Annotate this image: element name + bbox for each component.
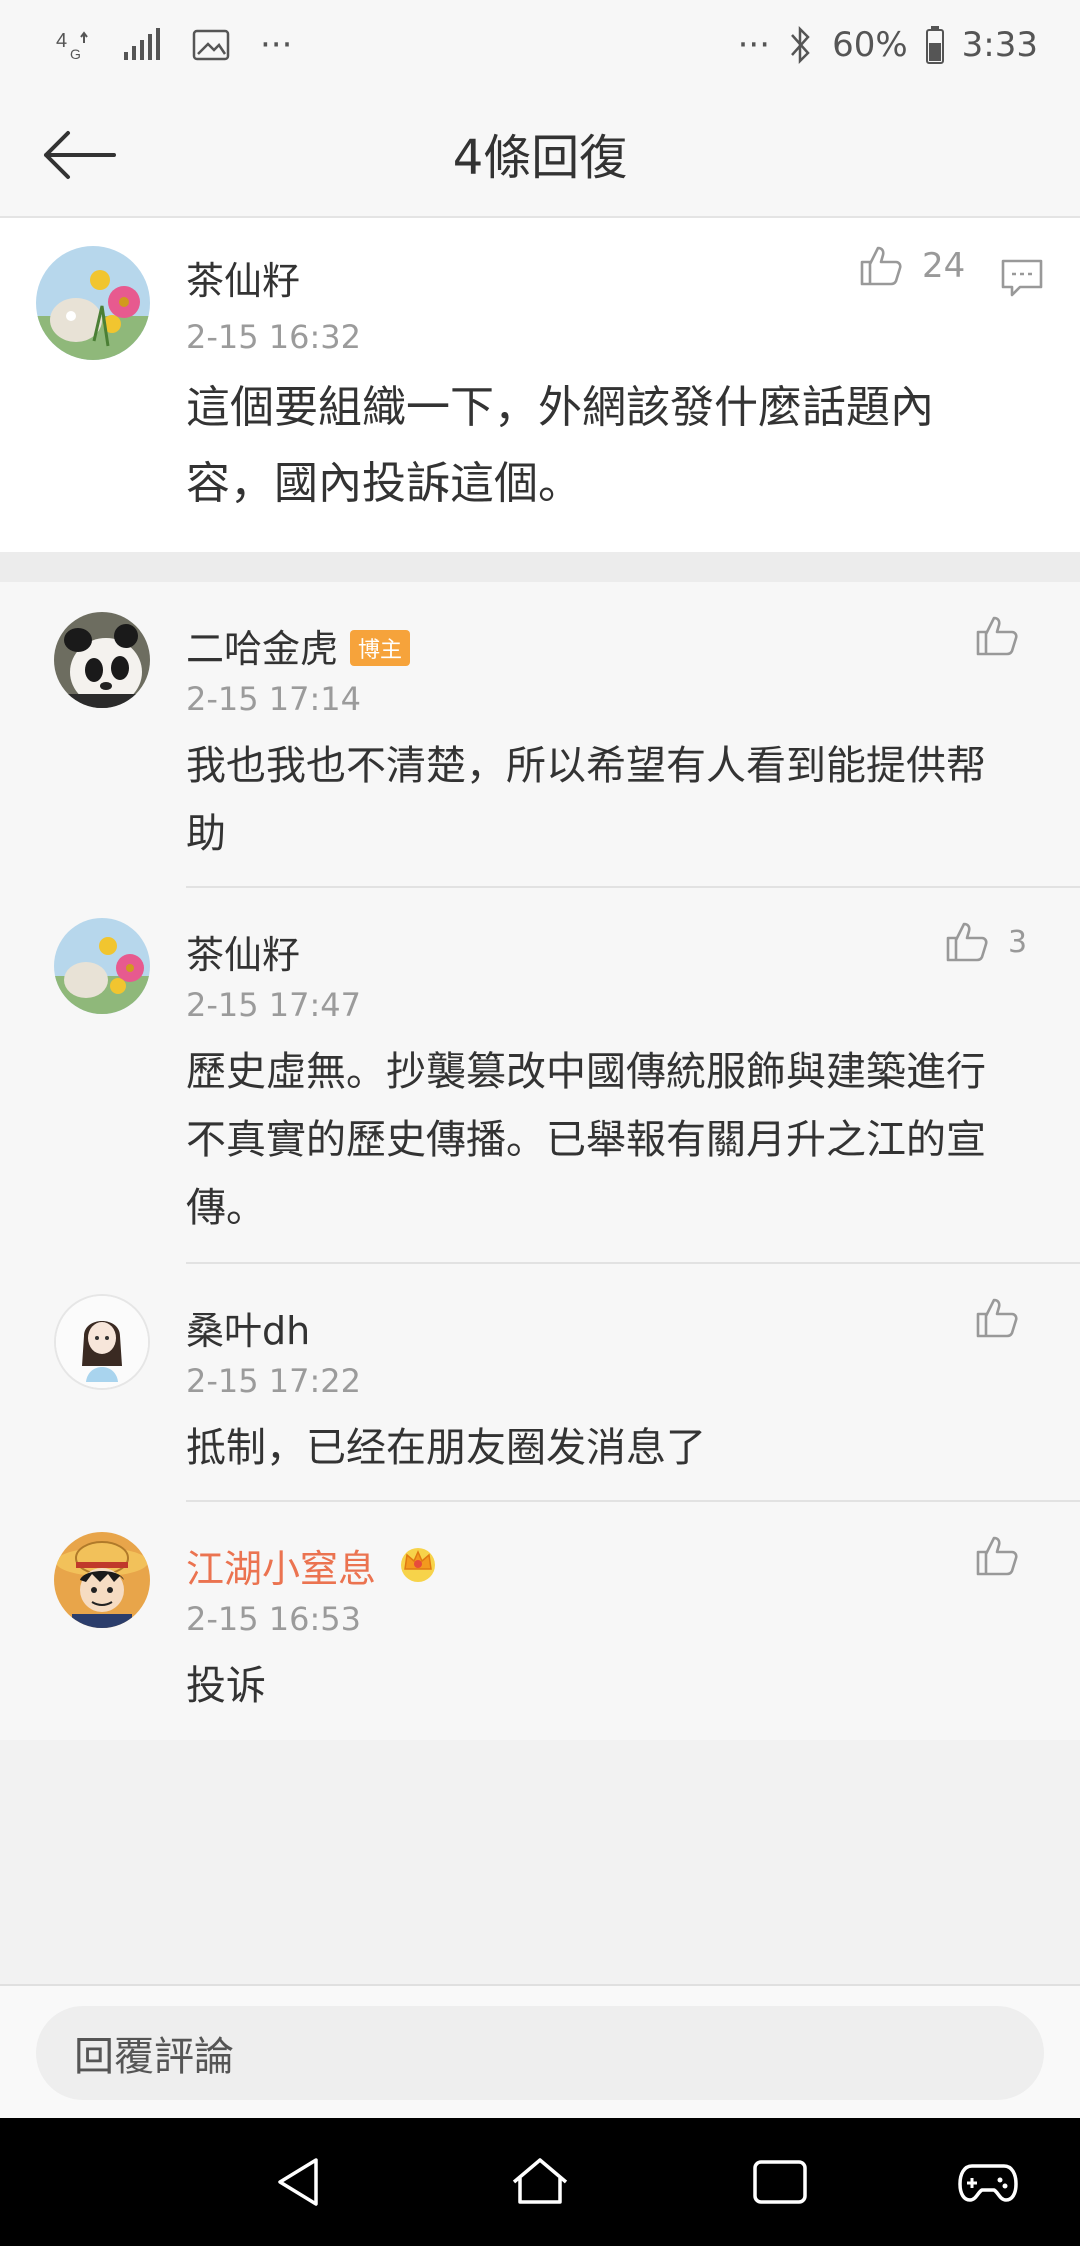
reply-username[interactable]: 桑叶dh	[186, 1300, 310, 1355]
avatar[interactable]	[36, 246, 150, 360]
svg-text:4: 4	[56, 30, 67, 52]
reply-item: 茶仙籽 2-15 17:47 3 歷史虛無。抄襲篡改中國傳統服飾與建築進行 不真…	[0, 888, 1080, 1264]
bluetooth-icon	[788, 25, 814, 65]
page-title: 4條回復	[452, 130, 628, 186]
status-dots-right: ···	[737, 25, 771, 65]
reply-username[interactable]: 二哈金虎 博主	[186, 618, 411, 673]
reply-username[interactable]: 江湖小窒息	[186, 1538, 440, 1596]
like-button[interactable]: 3	[942, 918, 1027, 966]
reply-content-line: 我也我也不清楚，所以希望有人看到能提供帮	[186, 743, 986, 789]
thumb-up-icon	[976, 1536, 1018, 1576]
header: 4條回復	[0, 90, 1080, 218]
reply-username-text: 二哈金虎	[186, 627, 339, 671]
avatar[interactable]	[54, 1294, 150, 1390]
comment-icon[interactable]	[1000, 258, 1044, 302]
signal-icon	[122, 28, 164, 62]
clock: 3:33	[961, 25, 1038, 65]
battery-percent: 60%	[832, 25, 908, 65]
vip-crown-icon	[396, 1543, 440, 1592]
thumb-up-icon	[946, 922, 988, 962]
reply-time: 2-15 17:47	[186, 986, 362, 1024]
status-bar: 4G ··· ··· 60% 3:33	[0, 0, 1080, 90]
nav-back-icon[interactable]	[268, 2150, 332, 2214]
reply-username[interactable]: 茶仙籽	[186, 924, 300, 979]
reply-content: 歷史虛無。抄襲篡改中國傳統服飾與建築進行 不真實的歷史傳播。已舉報有關月升之江的…	[186, 1038, 1046, 1242]
battery-icon	[925, 26, 944, 64]
like-button[interactable]	[972, 612, 1020, 660]
system-nav-bar	[0, 2118, 1080, 2246]
empty-area	[0, 1740, 1080, 1984]
comment-time: 2-15 16:32	[186, 318, 362, 356]
avatar[interactable]	[54, 918, 150, 1014]
reply-username-text: 江湖小窒息	[186, 1547, 377, 1591]
status-left: 4G ···	[54, 25, 292, 65]
like-button[interactable]: 24	[856, 242, 965, 290]
thumb-up-icon	[976, 1298, 1018, 1338]
reply-input[interactable]: 回覆評論	[36, 2006, 1044, 2100]
comment-content-line: 容，國內投訴這個。	[186, 458, 582, 509]
nav-home-icon[interactable]	[508, 2150, 572, 2214]
reply-item: 桑叶dh 2-15 17:22 抵制，已经在朋友圈发消息了	[0, 1264, 1080, 1502]
reply-content-line: 歷史虛無。抄襲篡改中國傳統服飾與建築進行	[186, 1049, 986, 1095]
reply-time: 2-15 16:53	[186, 1600, 362, 1638]
thumb-up-icon	[860, 246, 902, 286]
root-comment: 茶仙籽 2-15 16:32 24 這個要組織一下，外網該發什麼話題內 容，國內…	[0, 218, 1080, 552]
comment-username[interactable]: 茶仙籽	[186, 250, 300, 305]
reply-content: 我也我也不清楚，所以希望有人看到能提供帮 助	[186, 732, 1046, 868]
like-count: 24	[922, 246, 966, 286]
status-right: ··· 60% 3:33	[738, 25, 1038, 65]
reply-content-line: 抵制，已经在朋友圈发消息了	[186, 1425, 706, 1471]
reply-time: 2-15 17:22	[186, 1362, 362, 1400]
reply-item: 二哈金虎 博主 2-15 17:14 我也我也不清楚，所以希望有人看到能提供帮 助	[0, 582, 1080, 888]
gallery-icon	[192, 28, 232, 62]
blogger-badge: 博主	[350, 629, 411, 666]
reply-content-line: 傳。	[186, 1185, 266, 1231]
like-count: 3	[1008, 924, 1028, 960]
like-button[interactable]	[972, 1294, 1020, 1342]
svg-text:G: G	[70, 46, 81, 62]
reply-content-line: 不真實的歷史傳播。已舉報有關月升之江的宣	[186, 1117, 986, 1163]
reply-content-line: 助	[186, 811, 226, 857]
reply-item: 江湖小窒息 2-15 16:53 投诉	[0, 1502, 1080, 1740]
avatar[interactable]	[54, 1532, 150, 1628]
reply-content-line: 投诉	[186, 1663, 266, 1709]
section-gap	[0, 552, 1080, 582]
reply-time: 2-15 17:14	[186, 680, 362, 718]
status-dots-left: ···	[260, 25, 293, 65]
reply-content: 投诉	[186, 1652, 1046, 1720]
comment-content-line: 這個要組織一下，外網該發什麼話題內	[186, 382, 934, 433]
thumb-up-icon	[976, 616, 1018, 656]
back-button[interactable]	[40, 120, 120, 190]
like-button[interactable]	[972, 1532, 1020, 1580]
comment-content: 這個要組織一下，外網該發什麼話題內 容，國內投訴這個。	[186, 370, 1046, 522]
back-arrow-icon	[44, 131, 116, 179]
page: 4G ··· ··· 60% 3:33 4條回復 茶仙籽 2-15 16:32 …	[0, 0, 1080, 2246]
reply-bar: 回覆評論	[0, 1984, 1080, 2118]
network-4g-icon: 4G	[54, 25, 94, 65]
avatar[interactable]	[54, 612, 150, 708]
nav-recents-icon[interactable]	[748, 2150, 812, 2214]
reply-content: 抵制，已经在朋友圈发消息了	[186, 1414, 1046, 1482]
game-mode-icon[interactable]	[956, 2150, 1020, 2214]
